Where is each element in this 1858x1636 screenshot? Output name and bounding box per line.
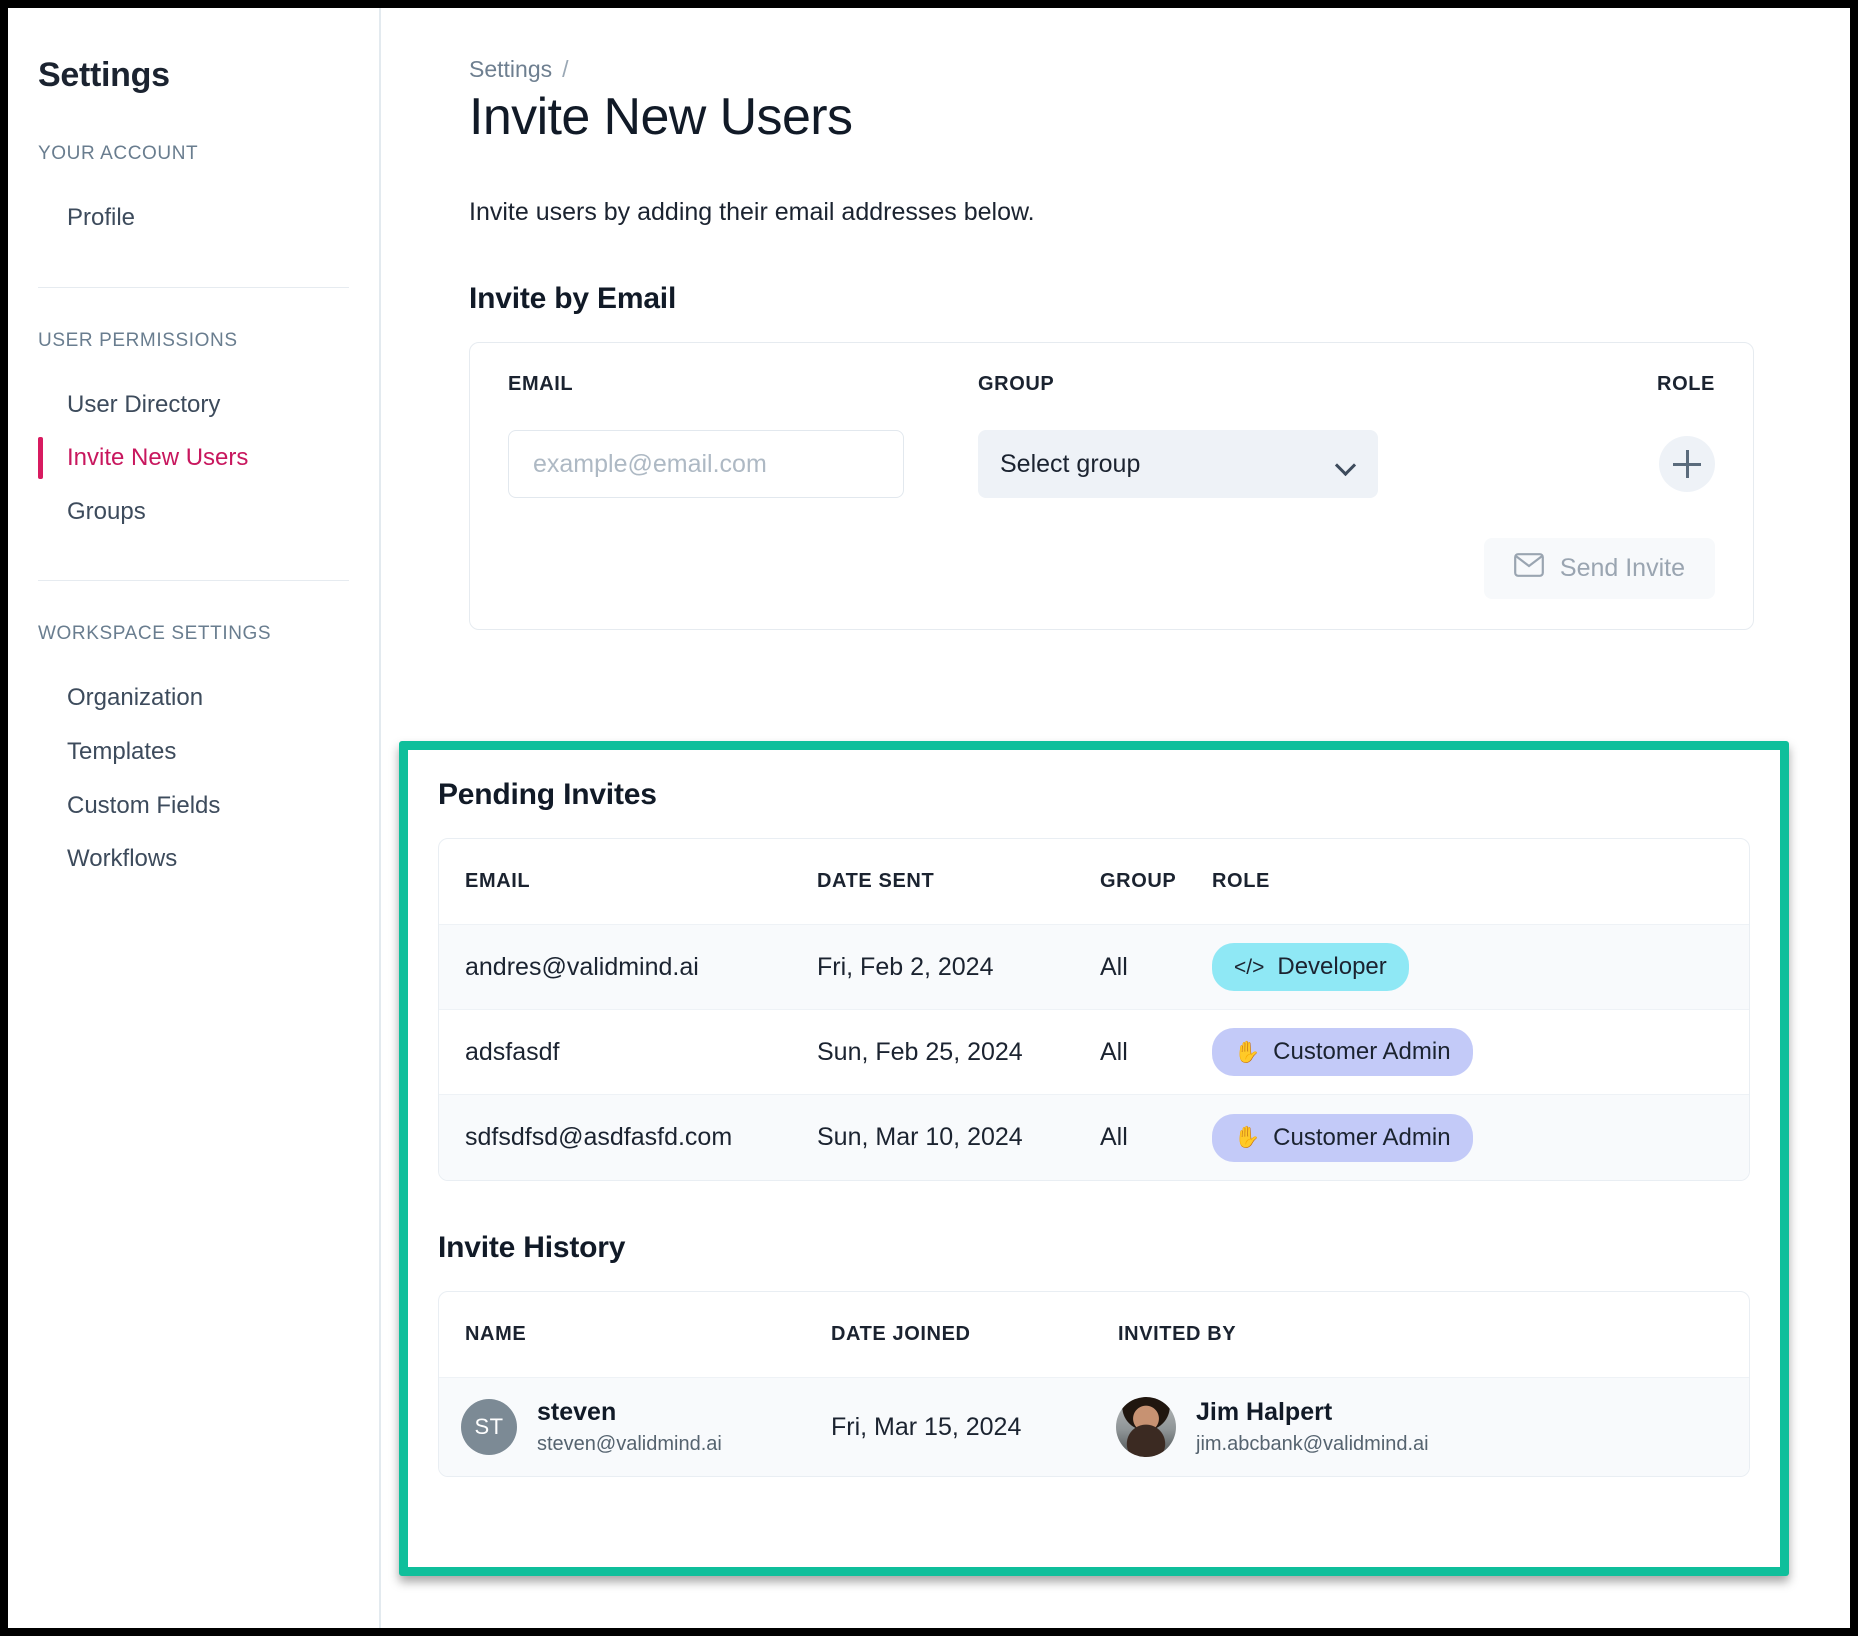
nav-group-label-workspace-settings: WORKSPACE SETTINGS: [38, 623, 349, 645]
history-user-name: steven: [537, 1397, 722, 1428]
breadcrumb-settings[interactable]: Settings: [469, 56, 552, 82]
invite-history-table-body: ST steven steven@validmind.ai Fri, Mar 1…: [439, 1378, 1749, 1476]
pending-group: All: [1074, 1038, 1186, 1067]
page-title: Invite New Users: [469, 89, 1754, 146]
send-invite-label: Send Invite: [1560, 554, 1685, 583]
email-field[interactable]: [508, 430, 904, 498]
group-select-cell: Select group: [978, 430, 1595, 498]
email-column-label: EMAIL: [508, 373, 978, 430]
status-badge[interactable]: </> Developer: [1212, 943, 1409, 991]
nav-group-your-account: YOUR ACCOUNT Profile: [8, 143, 379, 245]
send-invite-button[interactable]: Send Invite: [1484, 538, 1715, 599]
role-column-label: ROLE: [1595, 373, 1715, 430]
pending-date-sent: Sun, Feb 25, 2024: [791, 1038, 1074, 1067]
sidebar-item-invite-new-users[interactable]: Invite New Users: [38, 431, 349, 485]
history-invited-by-cell: Jim Halpert jim.abcbank@validmind.ai: [1092, 1397, 1749, 1457]
pending-invites-table-body: andres@validmind.ai Fri, Feb 2, 2024 All…: [439, 925, 1749, 1180]
add-row-cell: [1595, 430, 1715, 492]
pending-email: adsfasdf: [439, 1038, 791, 1067]
settings-page: Settings YOUR ACCOUNT Profile USER PERMI…: [8, 8, 1850, 1628]
table-header-row: EMAIL DATE SENT GROUP ROLE: [439, 839, 1749, 925]
main-content: Settings / Invite New Users Invite users …: [381, 8, 1850, 1628]
email-field-cell: [508, 430, 978, 498]
add-invite-row-button[interactable]: [1659, 436, 1715, 492]
history-name-cell: ST steven steven@validmind.ai: [439, 1397, 805, 1456]
history-inviter-stack: Jim Halpert jim.abcbank@validmind.ai: [1196, 1397, 1429, 1456]
history-col-name: NAME: [439, 1323, 805, 1346]
pending-col-group: GROUP: [1074, 870, 1186, 893]
pending-group: All: [1074, 1123, 1186, 1152]
history-name-stack: steven steven@validmind.ai: [537, 1397, 722, 1456]
pending-group: All: [1074, 953, 1186, 982]
invite-by-email-card: EMAIL GROUP ROLE Select group: [469, 342, 1754, 630]
highlight-box: Pending Invites EMAIL DATE SENT GROUP RO…: [399, 741, 1789, 1576]
invite-by-email-heading: Invite by Email: [469, 282, 1754, 316]
avatar: [1116, 1397, 1176, 1457]
sidebar-item-organization[interactable]: Organization: [38, 671, 349, 725]
pending-email: andres@validmind.ai: [439, 953, 791, 982]
group-select[interactable]: Select group: [978, 430, 1378, 498]
invite-history-heading: Invite History: [438, 1231, 1750, 1265]
pending-date-sent: Sun, Mar 10, 2024: [791, 1123, 1074, 1152]
invite-form-grid: EMAIL GROUP ROLE Select group: [508, 373, 1715, 498]
table-row[interactable]: adsfasdf Sun, Feb 25, 2024 All ✋ Custome…: [439, 1010, 1749, 1095]
pending-role-cell: </> Developer: [1186, 943, 1749, 991]
status-badge[interactable]: ✋ Customer Admin: [1212, 1028, 1473, 1076]
pending-invites-table: EMAIL DATE SENT GROUP ROLE andres@validm…: [438, 838, 1750, 1181]
envelope-icon: [1514, 553, 1544, 584]
table-row[interactable]: sdfsdfsd@asdfasfd.com Sun, Mar 10, 2024 …: [439, 1095, 1749, 1180]
history-col-date-joined: DATE JOINED: [805, 1323, 1092, 1346]
sidebar-item-profile[interactable]: Profile: [38, 191, 349, 245]
sidebar-divider-1: [38, 287, 349, 288]
pending-date-sent: Fri, Feb 2, 2024: [791, 953, 1074, 982]
sidebar-title: Settings: [8, 56, 379, 95]
pending-email: sdfsdfsd@asdfasfd.com: [439, 1123, 791, 1152]
group-select-value: Select group: [1000, 450, 1140, 479]
nav-group-label-user-permissions: USER PERMISSIONS: [38, 330, 349, 352]
chevron-down-icon: [1336, 458, 1356, 470]
sidebar-divider-2: [38, 580, 349, 581]
table-row[interactable]: ST steven steven@validmind.ai Fri, Mar 1…: [439, 1378, 1749, 1476]
nav-group-workspace-settings: WORKSPACE SETTINGS Organization Template…: [8, 623, 379, 885]
hand-icon: ✋: [1234, 1127, 1260, 1148]
sidebar-item-workflows[interactable]: Workflows: [38, 832, 349, 886]
send-invite-row: Send Invite: [508, 538, 1715, 599]
status-badge[interactable]: ✋ Customer Admin: [1212, 1114, 1473, 1162]
pending-role-cell: ✋ Customer Admin: [1186, 1114, 1749, 1162]
page-description: Invite users by adding their email addre…: [469, 198, 1754, 227]
avatar: ST: [461, 1399, 517, 1455]
history-user-email: steven@validmind.ai: [537, 1431, 722, 1457]
invite-history-table: NAME DATE JOINED INVITED BY ST steven st…: [438, 1291, 1750, 1477]
group-column-label: GROUP: [978, 373, 1595, 430]
pending-col-role: ROLE: [1186, 870, 1749, 893]
sidebar-item-user-directory[interactable]: User Directory: [38, 378, 349, 432]
code-icon: </>: [1234, 957, 1264, 978]
breadcrumb-separator: /: [562, 56, 568, 82]
nav-group-label-your-account: YOUR ACCOUNT: [38, 143, 349, 165]
history-inviter-name: Jim Halpert: [1196, 1397, 1429, 1428]
history-col-invited-by: INVITED BY: [1092, 1323, 1749, 1346]
status-badge-label: Customer Admin: [1273, 1124, 1450, 1152]
plus-icon: [1673, 450, 1701, 478]
nav-group-user-permissions: USER PERMISSIONS User Directory Invite N…: [8, 330, 379, 539]
sidebar-item-groups[interactable]: Groups: [38, 485, 349, 539]
sidebar-item-custom-fields[interactable]: Custom Fields: [38, 779, 349, 833]
status-badge-label: Customer Admin: [1273, 1038, 1450, 1066]
history-inviter-email: jim.abcbank@validmind.ai: [1196, 1431, 1429, 1457]
pending-role-cell: ✋ Customer Admin: [1186, 1028, 1749, 1076]
settings-sidebar: Settings YOUR ACCOUNT Profile USER PERMI…: [8, 8, 381, 1628]
pending-col-email: EMAIL: [439, 870, 791, 893]
sidebar-item-templates[interactable]: Templates: [38, 725, 349, 779]
pending-invites-table-head: EMAIL DATE SENT GROUP ROLE: [439, 839, 1749, 925]
pending-col-date-sent: DATE SENT: [791, 870, 1074, 893]
invite-history-table-head: NAME DATE JOINED INVITED BY: [439, 1292, 1749, 1378]
table-row[interactable]: andres@validmind.ai Fri, Feb 2, 2024 All…: [439, 925, 1749, 1010]
history-date-joined: Fri, Mar 15, 2024: [805, 1413, 1092, 1442]
pending-invites-heading: Pending Invites: [438, 778, 1750, 812]
table-header-row: NAME DATE JOINED INVITED BY: [439, 1292, 1749, 1378]
status-badge-label: Developer: [1277, 953, 1386, 981]
breadcrumb: Settings /: [469, 56, 1754, 83]
hand-icon: ✋: [1234, 1042, 1260, 1063]
